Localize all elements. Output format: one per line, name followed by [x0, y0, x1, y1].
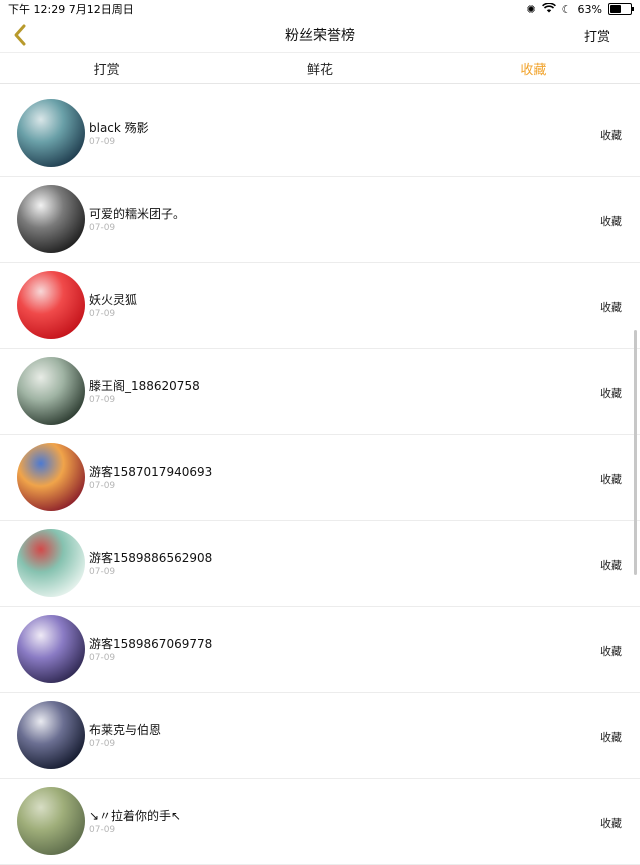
tab-reward[interactable]: 打赏 — [0, 59, 213, 78]
fan-action-label: 收藏 — [600, 559, 622, 572]
fan-date: 07-09 — [89, 395, 116, 405]
page-title: 粉丝荣誉榜 — [285, 28, 355, 44]
fan-action-label: 收藏 — [600, 215, 622, 228]
fan-action-label: 收藏 — [600, 473, 622, 486]
moon-icon: ☾ — [561, 2, 572, 16]
avatar[interactable] — [17, 701, 85, 769]
battery-fill — [610, 5, 621, 13]
avatar[interactable] — [17, 99, 85, 167]
fan-name: 滕王阁_188620758 — [89, 379, 200, 393]
fan-name: 妖火灵狐 — [89, 293, 138, 307]
fan-date: 07-09 — [89, 137, 116, 147]
tab-bar: 打赏 鲜花 收藏 — [0, 52, 640, 84]
list-item[interactable]: 布莱克与伯恩 07-09 收藏 — [0, 693, 640, 779]
status-right: ✺ ☾ 63% — [526, 1, 634, 16]
chevron-left-icon — [14, 24, 26, 46]
list-item[interactable]: 滕王阁_188620758 07-09 收藏 — [0, 349, 640, 435]
tab-favorites[interactable]: 收藏 — [427, 59, 640, 78]
list-item[interactable]: 游客1589867069778 07-09 收藏 — [0, 607, 640, 693]
fan-name: 游客1589886562908 — [89, 551, 213, 565]
avatar[interactable] — [17, 443, 85, 511]
fan-action-label: 收藏 — [600, 645, 622, 658]
list-item[interactable]: black 殇影 07-09 收藏 — [0, 91, 640, 177]
reward-button[interactable]: 打赏 — [584, 26, 610, 45]
fan-name: 游客1587017940693 — [89, 465, 213, 479]
wifi-icon — [541, 1, 556, 16]
list-item[interactable]: 游客1589886562908 07-09 收藏 — [0, 521, 640, 607]
fan-date: 07-09 — [89, 223, 116, 233]
fan-date: 07-09 — [89, 309, 116, 319]
fan-date: 07-09 — [89, 653, 116, 663]
avatar[interactable] — [17, 615, 85, 683]
back-button[interactable] — [8, 22, 34, 48]
fan-action-label: 收藏 — [600, 817, 622, 830]
avatar[interactable] — [17, 271, 85, 339]
battery-percent: 63% — [577, 2, 602, 16]
status-time-date: 下午 12:29 7月12日周日 — [8, 3, 134, 16]
fan-name: black 殇影 — [89, 121, 149, 135]
list-item[interactable]: 游客1587017940693 07-09 收藏 — [0, 435, 640, 521]
fan-date: 07-09 — [89, 481, 116, 491]
fan-date: 07-09 — [89, 825, 116, 835]
fan-name: 游客1589867069778 — [89, 637, 213, 651]
avatar[interactable] — [17, 787, 85, 855]
tab-flowers[interactable]: 鲜花 — [213, 59, 426, 78]
avatar[interactable] — [17, 357, 85, 425]
fan-name: ↘〃拉着你的手↖ — [89, 809, 182, 823]
avatar[interactable] — [17, 529, 85, 597]
fan-list: black 殇影 07-09 收藏 可爱的糯米团子。 07-09 收藏 妖火灵狐 07-09 收… — [0, 91, 640, 865]
fan-action-label: 收藏 — [600, 301, 622, 314]
fan-name: 布莱克与伯恩 — [89, 723, 162, 737]
list-item[interactable]: 可爱的糯米团子。 07-09 收藏 — [0, 177, 640, 263]
avatar[interactable] — [17, 185, 85, 253]
fan-name: 可爱的糯米团子。 — [89, 207, 186, 221]
battery-icon — [608, 3, 634, 15]
fan-action-label: 收藏 — [600, 387, 622, 400]
list-item[interactable]: ↘〃拉着你的手↖ 07-09 收藏 — [0, 779, 640, 865]
fan-action-label: 收藏 — [600, 129, 622, 142]
fan-action-label: 收藏 — [600, 731, 622, 744]
status-bar: 下午 12:29 7月12日周日 ✺ ☾ 63% — [0, 0, 640, 18]
scrollbar[interactable] — [634, 330, 637, 575]
loading-icon: ✺ — [526, 2, 536, 16]
list-item[interactable]: 妖火灵狐 07-09 收藏 — [0, 263, 640, 349]
fan-date: 07-09 — [89, 739, 116, 749]
fan-date: 07-09 — [89, 567, 116, 577]
nav-bar: 粉丝荣誉榜 打赏 — [0, 18, 640, 52]
